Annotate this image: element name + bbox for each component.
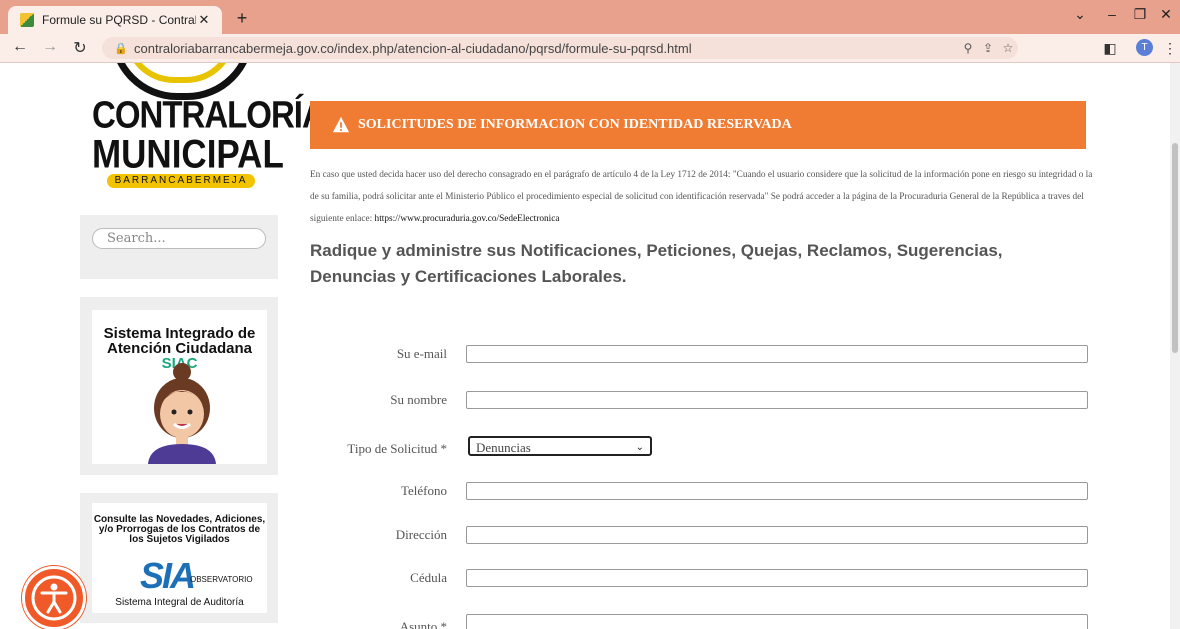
scrollbar-thumb[interactable] — [1172, 143, 1178, 353]
forward-icon[interactable]: → — [40, 38, 60, 56]
name-row: Su nombre — [300, 391, 1090, 409]
logo-line-2[interactable]: MUNICIPAL — [92, 132, 284, 178]
sia-caption: Sistema Integral de Auditoría — [115, 597, 244, 608]
sia-description: Consulte las Novedades, Adiciones, y/o P… — [93, 514, 266, 545]
warning-icon — [332, 116, 350, 133]
sia-observatorio: OBSERVATORIO — [190, 575, 253, 584]
page-scrollbar[interactable] — [1170, 63, 1180, 629]
subject-field[interactable] — [466, 614, 1088, 629]
id-label: Cédula — [410, 570, 447, 585]
bookmark-star-icon[interactable]: ☆ — [998, 41, 1018, 55]
zoom-icon[interactable]: ⚲ — [958, 41, 978, 55]
search-input[interactable]: Search... — [92, 228, 266, 249]
id-row: Cédula — [300, 569, 1090, 587]
email-label: Su e-mail — [396, 346, 447, 361]
alert-text: SOLICITUDES DE INFORMACION CON IDENTIDAD… — [358, 117, 792, 132]
subject-label: Asunto * — [399, 619, 447, 629]
email-field[interactable] — [466, 345, 1088, 363]
email-row: Su e-mail — [300, 345, 1090, 363]
chevron-down-icon: ⌄ — [635, 442, 644, 453]
browser-tab[interactable]: Formule su PQRSD - Contraloría ✕ — [8, 6, 222, 34]
browser-tab-bar: Formule su PQRSD - Contraloría ✕ + ⌄ – ❐… — [0, 0, 1180, 34]
phone-field[interactable] — [466, 482, 1088, 500]
siac-avatar-illustration-icon — [148, 363, 216, 464]
sia-banner[interactable]: Consulte las Novedades, Adiciones, y/o P… — [92, 503, 267, 613]
request-type-value: Denuncias — [476, 440, 531, 455]
phone-row: Teléfono — [300, 482, 1090, 500]
address-bar[interactable]: 🔒 contraloriabarrancabermeja.gov.co/inde… — [102, 37, 1018, 59]
reserved-identity-alert: SOLICITUDES DE INFORMACION CON IDENTIDAD… — [310, 101, 1086, 149]
sia-module: Consulte las Novedades, Adiciones, y/o P… — [80, 493, 278, 623]
procuraduria-link[interactable]: https://www.procuraduria.gov.co/SedeElec… — [375, 214, 560, 224]
tab-title: Formule su PQRSD - Contraloría — [42, 13, 196, 27]
address-toolbar: ← → ↻ 🔒 contraloriabarrancabermeja.gov.c… — [0, 34, 1180, 63]
request-type-select[interactable]: Denuncias ⌄ — [468, 436, 652, 456]
page-heading: Radique y administre sus Notificaciones,… — [310, 241, 1003, 286]
side-panel-icon[interactable]: ◧ — [1100, 40, 1120, 57]
type-row: Tipo de Solicitud * Denuncias ⌄ — [300, 436, 1090, 458]
accessibility-icon — [31, 575, 77, 621]
address-row: Dirección — [300, 526, 1090, 544]
name-label: Su nombre — [390, 392, 447, 407]
accessibility-button[interactable] — [22, 566, 86, 629]
profile-avatar[interactable]: T — [1136, 39, 1153, 56]
siac-banner[interactable]: Sistema Integrado de Atención Ciudadana … — [92, 310, 267, 464]
siac-module: Sistema Integrado de Atención Ciudadana … — [80, 297, 278, 475]
id-field[interactable] — [466, 569, 1088, 587]
menu-icon[interactable]: ⋮ — [1160, 40, 1180, 57]
logo-line-3[interactable]: BARRANCABERMEJA — [107, 174, 255, 188]
subject-row: Asunto * — [300, 614, 1090, 629]
tab-search-icon[interactable]: ⌄ — [1070, 6, 1090, 23]
close-window-icon[interactable]: ✕ — [1156, 6, 1176, 23]
lock-icon[interactable]: 🔒 — [114, 42, 128, 55]
url-text[interactable]: contraloriabarrancabermeja.gov.co/index.… — [134, 41, 958, 56]
back-icon[interactable]: ← — [10, 38, 30, 56]
name-field[interactable] — [466, 391, 1088, 409]
sia-logo: SIA — [140, 555, 196, 596]
web-page: CONTRALORÍA MUNICIPAL BARRANCABERMEJA Se… — [0, 63, 1170, 629]
restore-icon[interactable]: ❐ — [1130, 6, 1150, 23]
reload-icon[interactable]: ↻ — [70, 38, 90, 58]
phone-label: Teléfono — [400, 483, 447, 498]
address-label: Dirección — [395, 527, 447, 542]
search-module: Search... — [80, 215, 278, 279]
site-favicon-icon — [20, 13, 34, 27]
type-label: Tipo de Solicitud * — [347, 441, 447, 456]
new-tab-button[interactable]: + — [232, 8, 252, 28]
minimize-icon[interactable]: – — [1102, 6, 1122, 22]
tab-close-icon[interactable]: ✕ — [196, 12, 212, 28]
logo-line-1[interactable]: CONTRALORÍA — [92, 93, 326, 137]
legal-notice: En caso que usted decida hacer uso del d… — [310, 170, 1093, 224]
share-icon[interactable]: ⇪ — [978, 41, 998, 55]
address-field[interactable] — [466, 526, 1088, 544]
